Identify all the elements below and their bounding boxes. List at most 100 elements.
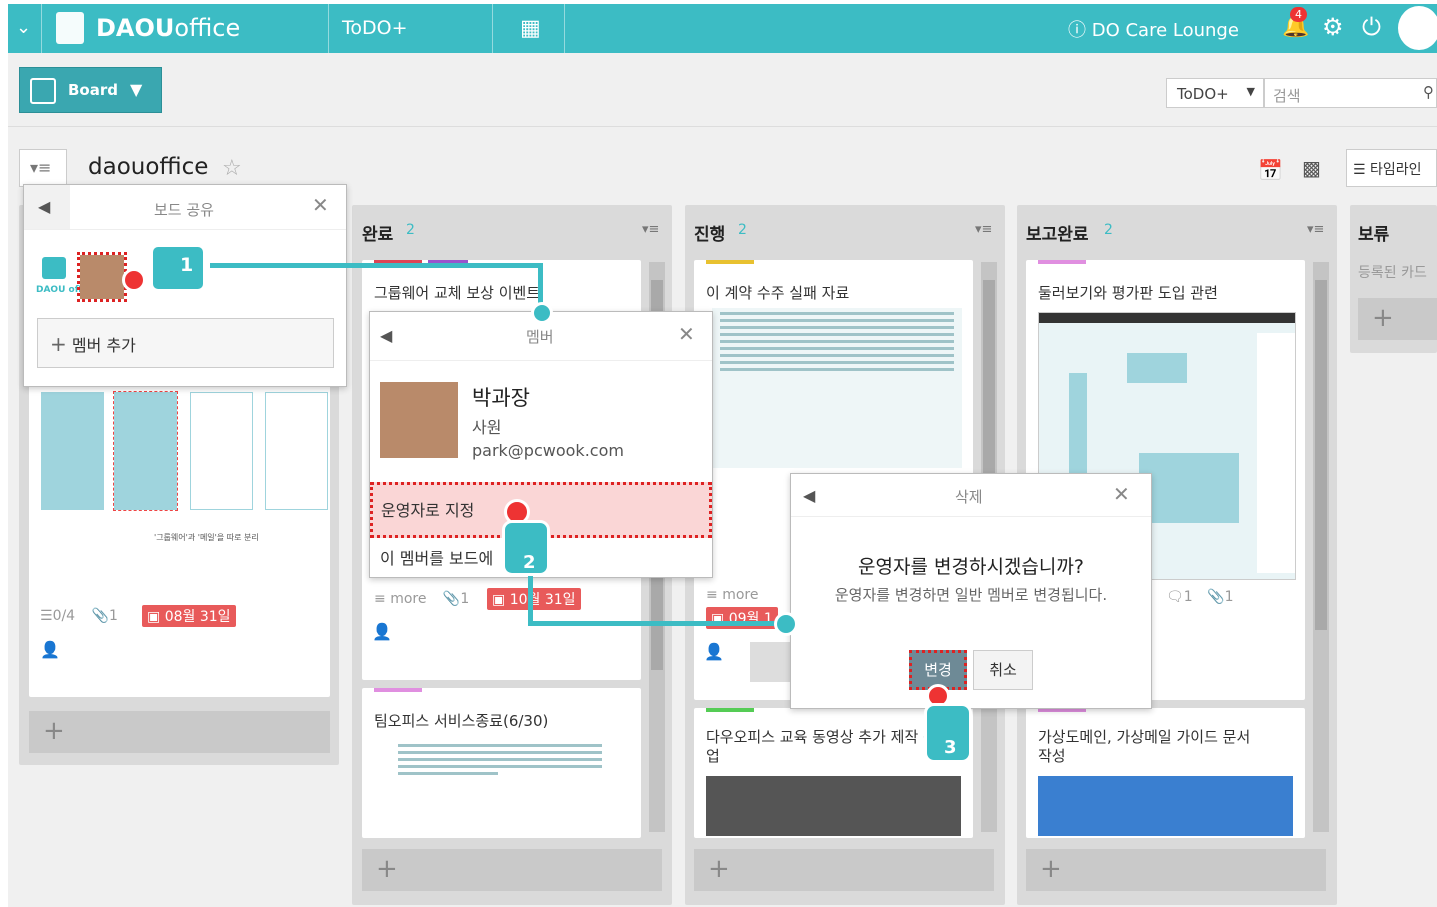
card-1-more: more <box>390 591 427 607</box>
cancel-button[interactable]: 취소 <box>973 650 1033 690</box>
scope-select[interactable]: ToDO+ ▼ <box>1166 78 1264 108</box>
apps-grid-icon[interactable]: ▦ <box>520 16 541 41</box>
gear-icon[interactable]: ⚙ <box>1322 13 1344 41</box>
column-menu-icon[interactable]: ▾≡ <box>1307 222 1324 237</box>
card-4-image <box>706 776 961 836</box>
member-avatar[interactable] <box>77 252 127 302</box>
assignee-avatar[interactable]: 👤 <box>704 642 744 682</box>
column-1-title: 완료 <box>362 225 394 245</box>
scrollbar-thumb[interactable] <box>1315 280 1327 630</box>
calendar-icon: ▣ <box>492 592 506 608</box>
care-lounge-link[interactable]: ⓘ DO Care Lounge <box>1068 16 1239 42</box>
step-1-dot <box>531 302 553 324</box>
step-3-number: 3 <box>944 737 957 758</box>
board-button[interactable]: Board ▼ <box>19 67 162 113</box>
card-3-image <box>712 308 962 468</box>
back-icon[interactable]: ◀ <box>803 486 815 505</box>
card-0[interactable]: '그룹웨어'과 '메일'을 따로 분리 ☰0/4 📎1 ▣ 08월 31일 👤 <box>29 380 330 697</box>
back-icon[interactable]: ◀ <box>380 326 392 345</box>
close-icon[interactable]: ✕ <box>678 322 695 346</box>
card-0-caption: '그룹웨어'과 '메일'을 따로 분리 <box>154 533 259 542</box>
card-0-checklist: 0/4 <box>52 608 76 624</box>
search-input[interactable]: 검색 ⚲ <box>1264 78 1437 108</box>
paperclip-icon: 📎 <box>442 591 461 607</box>
timeline-button[interactable]: ☰ 타임라인 <box>1346 149 1437 187</box>
assignee-avatar[interactable]: 👤 <box>372 622 412 662</box>
search-icon[interactable]: ⚲ <box>1423 83 1434 101</box>
board-menu-button[interactable]: ▾≡ <box>19 149 67 187</box>
card-2[interactable]: 팀오피스 서비스종료(6/30) <box>362 688 641 838</box>
board-title: daouoffice <box>88 154 209 180</box>
card-4-title: 다우오피스 교육 동영상 추가 제작 작업 <box>706 728 937 765</box>
header-divider <box>370 360 712 361</box>
card-5-meta: 🗨1 📎1 <box>1166 589 1234 605</box>
card-0-date: ▣ 08월 31일 <box>142 605 236 627</box>
card-1-date-label: 10월 31일 <box>509 592 576 608</box>
assignee-avatar[interactable]: 👤 <box>40 640 80 680</box>
star-icon[interactable]: ☆ <box>222 156 242 181</box>
assignee-avatar[interactable] <box>750 642 790 682</box>
avatar[interactable] <box>1398 6 1437 50</box>
scrollbar[interactable] <box>1313 262 1329 832</box>
card-1-meta: ≡ more 📎1 <box>374 591 469 607</box>
logo-light: office <box>174 14 241 42</box>
label-bar <box>1038 260 1086 264</box>
card-2-image <box>390 740 610 830</box>
step-2-connector <box>528 621 790 626</box>
add-card-button[interactable]: + <box>362 849 662 891</box>
card-0-meta: ☰0/4 📎1 <box>40 608 118 624</box>
add-card-button[interactable]: + <box>1026 849 1326 891</box>
logo-bold: DAOU <box>96 14 175 42</box>
remove-member-item[interactable]: 이 멤버를 보드에 <box>380 545 493 569</box>
column-1-count: 2 <box>406 222 415 238</box>
search-placeholder: 검색 <box>1273 87 1301 105</box>
member-name: 박과장 <box>472 386 530 410</box>
column-3-title: 보고완료 <box>1026 225 1089 245</box>
close-icon[interactable]: ✕ <box>1113 482 1130 506</box>
card-1-date: ▣ 10월 31일 <box>487 588 581 610</box>
logo[interactable]: DAOUoffice <box>96 14 240 42</box>
column-3-count: 2 <box>1104 222 1113 238</box>
share-popup-title: 보드 공유 <box>154 201 214 219</box>
step-1-connector <box>210 263 543 268</box>
more-icon: ≡ <box>374 591 386 607</box>
step-2-number: 2 <box>523 552 536 573</box>
card-5-comments: 1 <box>1183 589 1193 605</box>
add-card-button[interactable]: + <box>694 849 994 891</box>
scope-value: ToDO+ <box>1177 85 1229 103</box>
add-card-button[interactable]: + <box>1358 298 1437 340</box>
hand-pointer-icon <box>150 244 206 292</box>
caret-down-icon: ▼ <box>1246 85 1255 98</box>
power-icon[interactable]: ⏻ <box>1362 13 1381 41</box>
daou-logo-icon <box>56 12 84 44</box>
member-role: 사원 <box>472 418 502 437</box>
card-0-attach: 1 <box>108 608 118 624</box>
paperclip-icon: 📎 <box>1207 589 1225 605</box>
label-bar <box>706 708 754 712</box>
member-photo <box>380 382 458 458</box>
column-menu-icon[interactable]: ▾≡ <box>642 222 659 237</box>
card-3-more: more <box>722 587 759 603</box>
member-popup-title: 멤버 <box>526 328 554 346</box>
back-icon[interactable]: ◀ <box>24 185 70 229</box>
help-icon: ⓘ <box>1068 20 1086 41</box>
column-4-title: 보류 <box>1358 225 1390 245</box>
add-card-button[interactable]: + <box>29 711 330 753</box>
add-member-button[interactable]: + 멤버 추가 <box>37 318 334 368</box>
plus-icon: + <box>50 332 67 356</box>
timeline-icon: ☰ <box>1353 162 1366 178</box>
chart-icon[interactable]: ▩ <box>1302 156 1321 180</box>
column-menu-icon[interactable]: ▾≡ <box>975 222 992 237</box>
chevron-down-icon[interactable]: ⌄ <box>16 17 31 38</box>
card-6-title: 가상도메인, 가상메일 가이드 문서 작성 <box>1038 728 1251 765</box>
close-icon[interactable]: ✕ <box>312 193 329 217</box>
logo-text: DAOU offi <box>36 285 85 295</box>
card-5-attach: 1 <box>1224 589 1234 605</box>
app-name[interactable]: ToDO+ <box>342 17 408 39</box>
click-dot <box>122 268 146 292</box>
comment-icon: 🗨 <box>1166 589 1184 605</box>
card-6[interactable]: 가상도메인, 가상메일 가이드 문서 작성 <box>1026 708 1305 838</box>
add-member-label: 멤버 추가 <box>71 336 136 355</box>
calendar-icon[interactable]: 📅 <box>1258 158 1283 182</box>
card-1-title: 그룹웨어 교체 보상 이벤트 <box>374 284 541 302</box>
